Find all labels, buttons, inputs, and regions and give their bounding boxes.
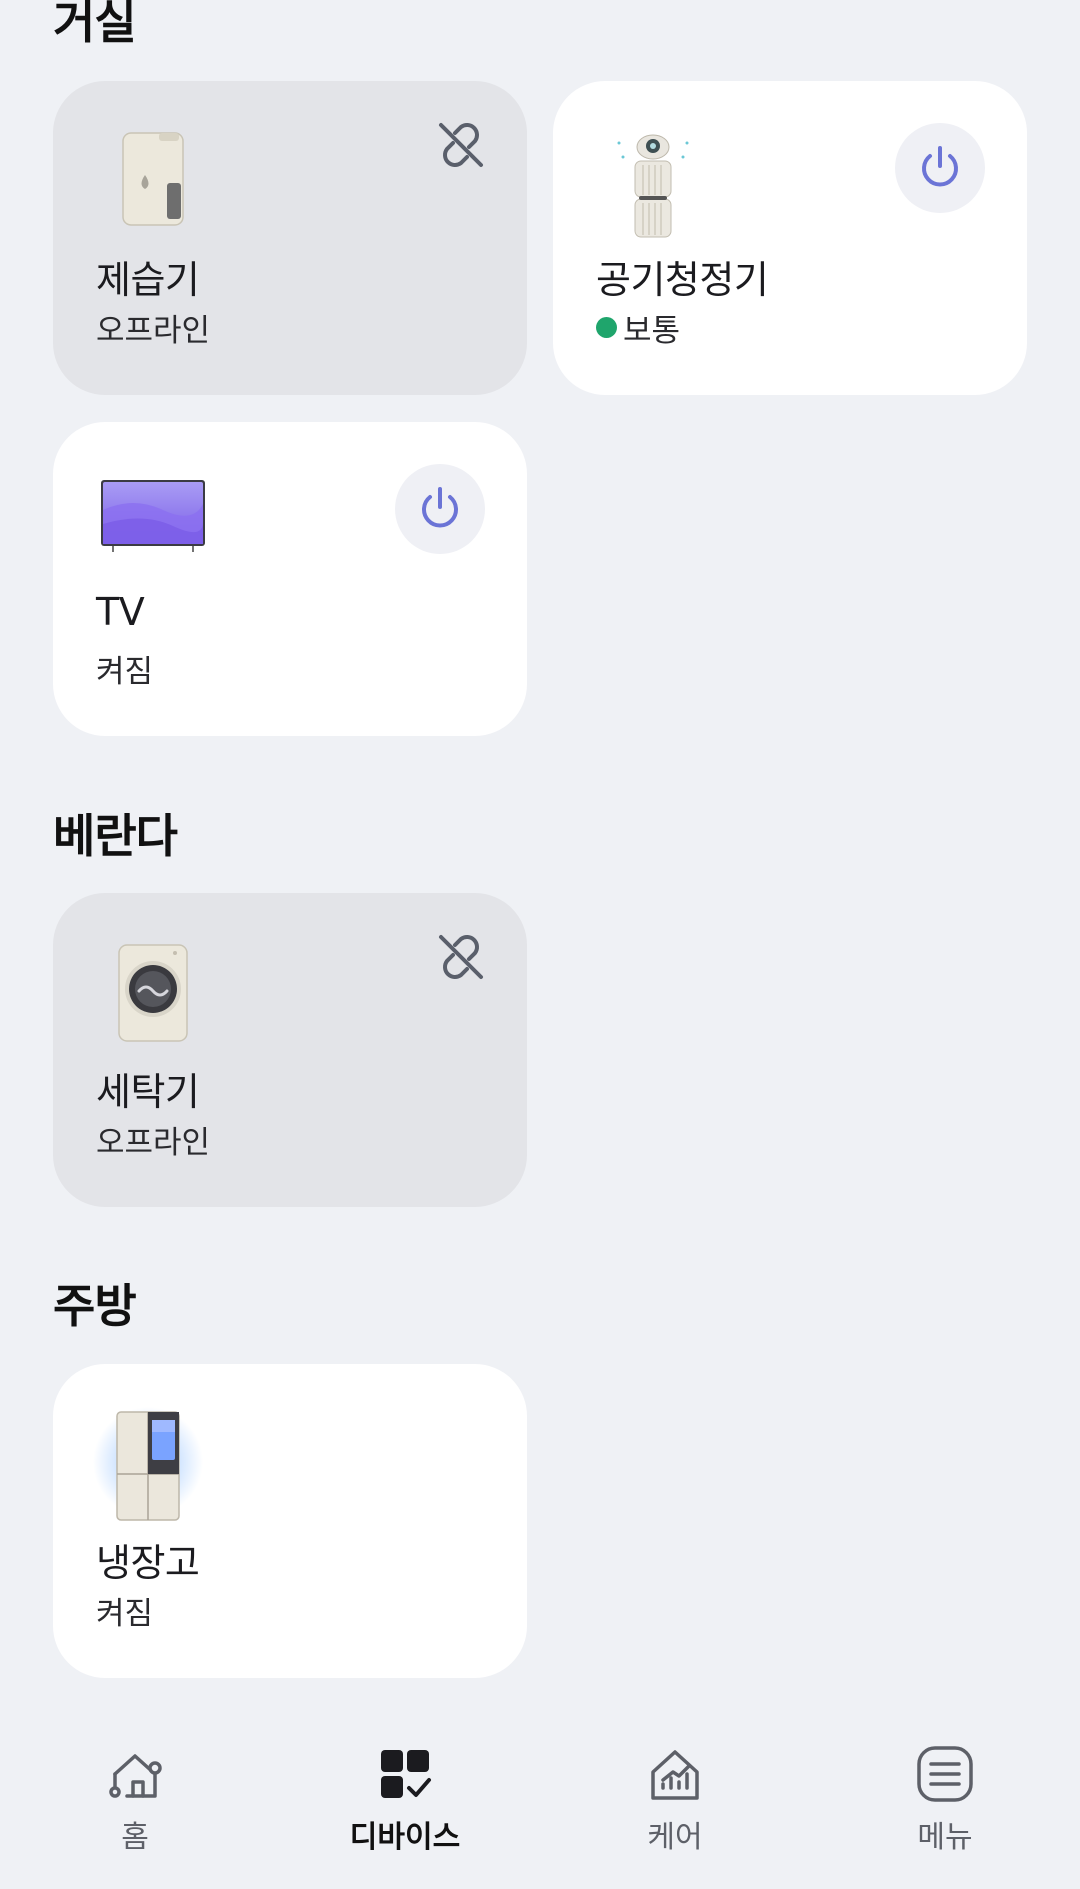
device-status: 켜짐 <box>96 646 153 691</box>
home-icon <box>109 1754 162 1798</box>
device-card-washing-machine[interactable]: 세탁기 오프라인 <box>53 893 527 1207</box>
device-name: 제습기 <box>96 258 200 302</box>
air-purifier-icon <box>617 134 689 238</box>
tv-icon <box>101 480 205 552</box>
device-card-dehumidifier[interactable]: 제습기 오프라인 <box>53 81 527 395</box>
menu-icon <box>917 1746 973 1802</box>
device-name: 냉장고 <box>96 1541 200 1585</box>
unlink-icon <box>439 123 483 167</box>
bottom-nav: 홈 디바이스 케어 메뉴 <box>0 1734 1080 1889</box>
nav-item-home[interactable]: 홈 <box>0 1734 270 1889</box>
device-status-text: 켜짐 <box>96 654 154 690</box>
status-dot-icon <box>596 317 617 338</box>
device-card-air-purifier[interactable]: 공기청정기 보통 <box>553 81 1027 395</box>
refrigerator-icon <box>93 1407 203 1521</box>
unlink-icon <box>439 935 483 979</box>
care-icon <box>651 1750 699 1800</box>
devices-icon <box>381 1750 431 1798</box>
nav-label: 메뉴 <box>917 1820 973 1855</box>
nav-item-menu[interactable]: 메뉴 <box>810 1734 1080 1889</box>
device-card-refrigerator[interactable]: 냉장고 켜짐 <box>53 1364 527 1678</box>
device-name: 세탁기 <box>96 1070 200 1114</box>
power-icon <box>422 487 458 528</box>
device-status: 보통 <box>596 305 680 350</box>
nav-item-devices[interactable]: 디바이스 <box>270 1734 540 1889</box>
device-card-tv[interactable]: TV 켜짐 <box>53 422 527 736</box>
room-title: 거실 <box>53 0 137 49</box>
room-title: 주방 <box>53 1279 137 1333</box>
device-status: 켜짐 <box>96 1588 153 1633</box>
power-button[interactable] <box>895 123 985 213</box>
nav-label: 홈 <box>121 1820 149 1855</box>
device-status-text: 오프라인 <box>96 1125 211 1161</box>
power-icon <box>922 146 958 187</box>
power-button[interactable] <box>395 464 485 554</box>
device-name: TV <box>96 590 145 634</box>
nav-label: 디바이스 <box>349 1820 461 1855</box>
device-status-text: 켜짐 <box>96 1596 154 1632</box>
device-status: 오프라인 <box>96 305 210 350</box>
washing-machine-icon <box>118 944 188 1042</box>
device-status-text: 오프라인 <box>96 313 211 349</box>
device-status-text: 보통 <box>623 313 681 349</box>
device-name: 공기청정기 <box>596 258 769 302</box>
devices-page: 거실 제습기 오프라인 공기청정기 보통 TV 켜짐 베란다 세탁기 오프라인 … <box>0 0 1080 1889</box>
dehumidifier-icon <box>122 132 184 226</box>
nav-label: 케어 <box>647 1820 703 1855</box>
nav-item-care[interactable]: 케어 <box>540 1734 810 1889</box>
device-status: 오프라인 <box>96 1117 210 1162</box>
room-title: 베란다 <box>53 809 178 863</box>
